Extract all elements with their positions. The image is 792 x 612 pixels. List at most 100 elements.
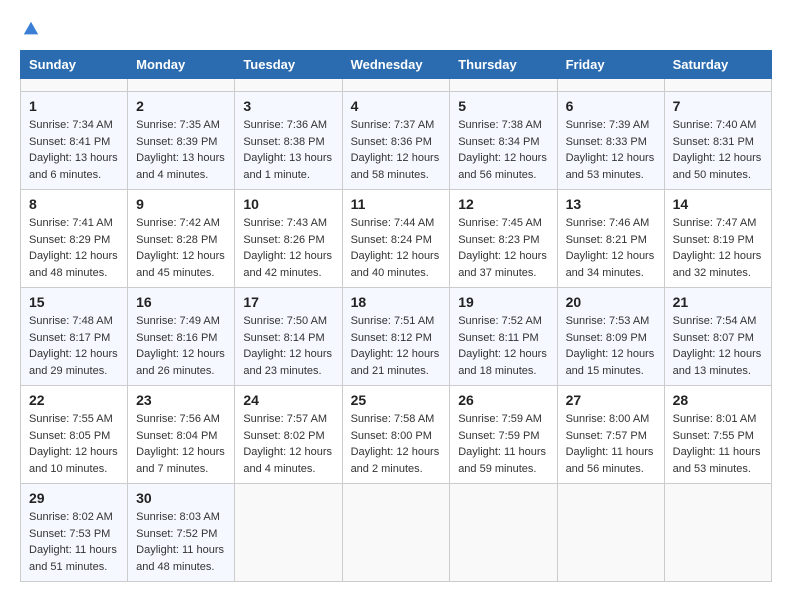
day-number: 14 xyxy=(673,196,763,212)
day-number: 21 xyxy=(673,294,763,310)
cell-content: Sunrise: 7:52 AM Sunset: 8:11 PM Dayligh… xyxy=(458,313,548,379)
calendar-header-row: SundayMondayTuesdayWednesdayThursdayFrid… xyxy=(21,51,772,79)
calendar-cell: 20 Sunrise: 7:53 AM Sunset: 8:09 PM Dayli… xyxy=(557,288,664,386)
cell-content: Sunrise: 7:53 AM Sunset: 8:09 PM Dayligh… xyxy=(566,313,656,379)
day-number: 5 xyxy=(458,98,548,114)
calendar-week-0 xyxy=(21,79,772,92)
calendar-cell xyxy=(664,79,771,92)
day-number: 2 xyxy=(136,98,226,114)
calendar-cell: 17 Sunrise: 7:50 AM Sunset: 8:14 PM Dayli… xyxy=(235,288,342,386)
day-number: 28 xyxy=(673,392,763,408)
day-number: 22 xyxy=(29,392,119,408)
calendar-week-3: 15 Sunrise: 7:48 AM Sunset: 8:17 PM Dayli… xyxy=(21,288,772,386)
calendar-cell: 6Sunrise: 7:39 AM Sunset: 8:33 PM Daylig… xyxy=(557,92,664,190)
cell-content: Sunrise: 7:37 AM Sunset: 8:36 PM Dayligh… xyxy=(351,117,442,183)
calendar-cell: 8 Sunrise: 7:41 AM Sunset: 8:29 PM Daylig… xyxy=(21,190,128,288)
cell-content: Sunrise: 7:34 AM Sunset: 8:41 PM Dayligh… xyxy=(29,117,119,183)
calendar-cell xyxy=(235,79,342,92)
cell-content: Sunrise: 7:35 AM Sunset: 8:39 PM Dayligh… xyxy=(136,117,226,183)
calendar-cell: 1 Sunrise: 7:34 AM Sunset: 8:41 PM Daylig… xyxy=(21,92,128,190)
calendar-cell: 30Sunrise: 8:03 AM Sunset: 7:52 PM Dayli… xyxy=(128,484,235,582)
day-number: 6 xyxy=(566,98,656,114)
calendar-cell: 16 Sunrise: 7:49 AM Sunset: 8:16 PM Dayli… xyxy=(128,288,235,386)
day-number: 15 xyxy=(29,294,119,310)
day-number: 7 xyxy=(673,98,763,114)
cell-content: Sunrise: 7:59 AM Sunset: 7:59 PM Dayligh… xyxy=(458,411,548,477)
column-header-monday: Monday xyxy=(128,51,235,79)
calendar-cell: 24 Sunrise: 7:57 AM Sunset: 8:02 PM Dayli… xyxy=(235,386,342,484)
day-number: 1 xyxy=(29,98,119,114)
column-header-wednesday: Wednesday xyxy=(342,51,450,79)
calendar-week-2: 8 Sunrise: 7:41 AM Sunset: 8:29 PM Daylig… xyxy=(21,190,772,288)
calendar-cell xyxy=(235,484,342,582)
cell-content: Sunrise: 8:02 AM Sunset: 7:53 PM Dayligh… xyxy=(29,509,119,575)
cell-content: Sunrise: 7:43 AM Sunset: 8:26 PM Dayligh… xyxy=(243,215,333,281)
day-number: 3 xyxy=(243,98,333,114)
day-number: 8 xyxy=(29,196,119,212)
day-number: 16 xyxy=(136,294,226,310)
calendar-cell: 11 Sunrise: 7:44 AM Sunset: 8:24 PM Dayli… xyxy=(342,190,450,288)
logo-icon xyxy=(22,20,40,38)
calendar-cell: 29 Sunrise: 8:02 AM Sunset: 7:53 PM Dayli… xyxy=(21,484,128,582)
calendar-cell: 12 Sunrise: 7:45 AM Sunset: 8:23 PM Dayli… xyxy=(450,190,557,288)
calendar-week-1: 1 Sunrise: 7:34 AM Sunset: 8:41 PM Daylig… xyxy=(21,92,772,190)
calendar-cell: 22Sunrise: 7:55 AM Sunset: 8:05 PM Dayli… xyxy=(21,386,128,484)
cell-content: Sunrise: 7:36 AM Sunset: 8:38 PM Dayligh… xyxy=(243,117,333,183)
column-header-friday: Friday xyxy=(557,51,664,79)
cell-content: Sunrise: 7:44 AM Sunset: 8:24 PM Dayligh… xyxy=(351,215,442,281)
calendar-cell xyxy=(450,79,557,92)
calendar-cell: 13Sunrise: 7:46 AM Sunset: 8:21 PM Dayli… xyxy=(557,190,664,288)
day-number: 26 xyxy=(458,392,548,408)
cell-content: Sunrise: 7:57 AM Sunset: 8:02 PM Dayligh… xyxy=(243,411,333,477)
calendar-table: SundayMondayTuesdayWednesdayThursdayFrid… xyxy=(20,50,772,582)
calendar-cell: 5 Sunrise: 7:38 AM Sunset: 8:34 PM Daylig… xyxy=(450,92,557,190)
calendar-cell xyxy=(557,79,664,92)
day-number: 11 xyxy=(351,196,442,212)
day-number: 29 xyxy=(29,490,119,506)
day-number: 19 xyxy=(458,294,548,310)
calendar-cell xyxy=(128,79,235,92)
calendar-cell: 26 Sunrise: 7:59 AM Sunset: 7:59 PM Dayli… xyxy=(450,386,557,484)
day-number: 13 xyxy=(566,196,656,212)
day-number: 12 xyxy=(458,196,548,212)
calendar-cell: 4 Sunrise: 7:37 AM Sunset: 8:36 PM Daylig… xyxy=(342,92,450,190)
calendar-cell: 14Sunrise: 7:47 AM Sunset: 8:19 PM Dayli… xyxy=(664,190,771,288)
calendar-cell: 9Sunrise: 7:42 AM Sunset: 8:28 PM Daylig… xyxy=(128,190,235,288)
day-number: 9 xyxy=(136,196,226,212)
day-number: 17 xyxy=(243,294,333,310)
day-number: 24 xyxy=(243,392,333,408)
cell-content: Sunrise: 8:03 AM Sunset: 7:52 PM Dayligh… xyxy=(136,509,226,575)
cell-content: Sunrise: 7:48 AM Sunset: 8:17 PM Dayligh… xyxy=(29,313,119,379)
logo xyxy=(20,20,40,34)
day-number: 10 xyxy=(243,196,333,212)
calendar-cell: 27Sunrise: 8:00 AM Sunset: 7:57 PM Dayli… xyxy=(557,386,664,484)
column-header-saturday: Saturday xyxy=(664,51,771,79)
cell-content: Sunrise: 7:41 AM Sunset: 8:29 PM Dayligh… xyxy=(29,215,119,281)
calendar-week-4: 22Sunrise: 7:55 AM Sunset: 8:05 PM Dayli… xyxy=(21,386,772,484)
cell-content: Sunrise: 7:54 AM Sunset: 8:07 PM Dayligh… xyxy=(673,313,763,379)
cell-content: Sunrise: 7:49 AM Sunset: 8:16 PM Dayligh… xyxy=(136,313,226,379)
cell-content: Sunrise: 7:58 AM Sunset: 8:00 PM Dayligh… xyxy=(351,411,442,477)
calendar-cell: 15 Sunrise: 7:48 AM Sunset: 8:17 PM Dayli… xyxy=(21,288,128,386)
cell-content: Sunrise: 7:40 AM Sunset: 8:31 PM Dayligh… xyxy=(673,117,763,183)
column-header-tuesday: Tuesday xyxy=(235,51,342,79)
column-header-sunday: Sunday xyxy=(21,51,128,79)
cell-content: Sunrise: 7:51 AM Sunset: 8:12 PM Dayligh… xyxy=(351,313,442,379)
calendar-cell: 28Sunrise: 8:01 AM Sunset: 7:55 PM Dayli… xyxy=(664,386,771,484)
calendar-cell xyxy=(450,484,557,582)
calendar-cell: 25 Sunrise: 7:58 AM Sunset: 8:00 PM Dayli… xyxy=(342,386,450,484)
cell-content: Sunrise: 7:50 AM Sunset: 8:14 PM Dayligh… xyxy=(243,313,333,379)
day-number: 25 xyxy=(351,392,442,408)
calendar-cell: 21 Sunrise: 7:54 AM Sunset: 8:07 PM Dayli… xyxy=(664,288,771,386)
cell-content: Sunrise: 7:38 AM Sunset: 8:34 PM Dayligh… xyxy=(458,117,548,183)
calendar-cell: 23Sunrise: 7:56 AM Sunset: 8:04 PM Dayli… xyxy=(128,386,235,484)
calendar-cell: 19 Sunrise: 7:52 AM Sunset: 8:11 PM Dayli… xyxy=(450,288,557,386)
calendar-cell xyxy=(664,484,771,582)
calendar-cell: 3 Sunrise: 7:36 AM Sunset: 8:38 PM Daylig… xyxy=(235,92,342,190)
day-number: 4 xyxy=(351,98,442,114)
page-header xyxy=(20,20,772,34)
calendar-cell: 18Sunrise: 7:51 AM Sunset: 8:12 PM Dayli… xyxy=(342,288,450,386)
column-header-thursday: Thursday xyxy=(450,51,557,79)
day-number: 20 xyxy=(566,294,656,310)
cell-content: Sunrise: 7:45 AM Sunset: 8:23 PM Dayligh… xyxy=(458,215,548,281)
